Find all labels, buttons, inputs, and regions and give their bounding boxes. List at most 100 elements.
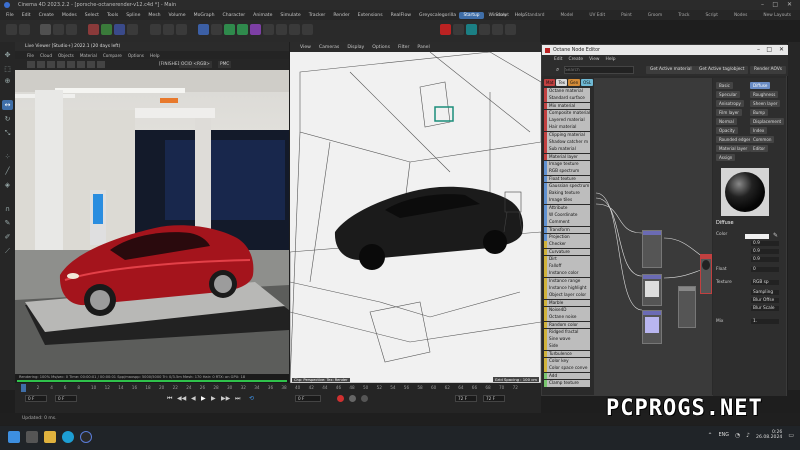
menu-item-mograph[interactable]: MoGraph — [194, 13, 215, 18]
field-icon[interactable] — [263, 24, 274, 35]
record-icon[interactable] — [337, 395, 344, 402]
node-graph-canvas[interactable] — [594, 78, 712, 396]
node-list-item[interactable]: Comment — [544, 219, 590, 227]
color-swatch[interactable] — [745, 234, 769, 239]
minimize-icon[interactable]: – — [761, 1, 764, 8]
floor-icon[interactable] — [276, 24, 287, 35]
prev-key-icon[interactable]: ◀◀ — [177, 395, 186, 402]
menu-item-edit[interactable]: Edit — [22, 13, 31, 18]
cube-icon[interactable] — [198, 24, 209, 35]
prop-value[interactable]: Blur Offse — [751, 298, 779, 303]
region-icon[interactable] — [77, 61, 85, 68]
current-frame-field[interactable]: 0 F — [295, 395, 321, 402]
node-list-item[interactable]: Gaussian spectrum — [544, 182, 590, 190]
get-active-material-button[interactable]: Get Active material — [646, 66, 696, 74]
node-list-item[interactable]: Object layer color — [544, 292, 590, 300]
layout-tab-track[interactable]: Track — [673, 12, 694, 19]
viewport-menu-filter[interactable]: Filter — [398, 45, 409, 50]
tray-chevron-icon[interactable]: ⌃ — [708, 432, 713, 439]
magnet-icon[interactable]: ∩ — [2, 204, 13, 214]
keyframe-icon[interactable] — [361, 395, 368, 402]
node-list-item[interactable]: Random color — [544, 321, 590, 329]
menu-item-animate[interactable]: Animate — [253, 13, 272, 18]
stop-render-icon[interactable] — [57, 61, 65, 68]
playhead[interactable] — [21, 384, 26, 392]
property-tab-index[interactable]: Index — [750, 127, 768, 134]
property-tab-film-layer[interactable]: Film layer — [716, 109, 742, 116]
category-tab-3[interactable]: OSL — [581, 78, 594, 86]
preview-start-field[interactable]: 0 F — [55, 395, 77, 402]
kernel-select[interactable]: PMC — [218, 61, 232, 68]
loop-icon[interactable]: ⟲ — [249, 395, 254, 402]
menu-item-file[interactable]: File — [6, 13, 14, 18]
cinema4d-app-icon[interactable] — [80, 431, 92, 443]
edges-mode-icon[interactable]: ╱ — [2, 166, 13, 176]
node-list-item[interactable]: Clamp texture — [544, 379, 590, 387]
node-list-item[interactable]: Attribute — [544, 204, 590, 212]
pick-focus-icon[interactable] — [97, 61, 105, 68]
node-list-item[interactable]: Projection — [544, 233, 590, 241]
node-list-item[interactable]: RGB spectrum — [544, 168, 590, 176]
menu-item-select[interactable]: Select — [85, 13, 99, 18]
viewport-menu-panel[interactable]: Panel — [417, 45, 429, 50]
prop-value[interactable]: 0.9 — [751, 241, 779, 246]
texture-mode-icon[interactable] — [53, 24, 64, 35]
category-tab-2[interactable]: Gen — [568, 78, 581, 86]
category-tab-0[interactable]: Mat — [544, 78, 556, 86]
close-icon[interactable]: ✕ — [787, 1, 792, 8]
property-tab-normal[interactable]: Normal — [716, 118, 737, 125]
menu-item-extensions[interactable]: Extensions — [358, 13, 383, 18]
x-axis-icon[interactable] — [88, 24, 99, 35]
menu-item-tracker[interactable]: Tracker — [309, 13, 326, 18]
axis-icon[interactable] — [66, 24, 77, 35]
goto-end-icon[interactable]: ⏭ — [235, 395, 240, 403]
layout-tab-sculpt[interactable]: Sculpt — [490, 12, 513, 19]
z-axis-icon[interactable] — [114, 24, 125, 35]
maximize-icon[interactable]: □ — [772, 1, 778, 8]
render-picture-icon[interactable] — [163, 24, 174, 35]
node-list-item[interactable]: Side — [544, 343, 590, 351]
property-tab-editor[interactable]: Editor — [750, 145, 769, 152]
node-list-item[interactable]: Material layer — [544, 153, 590, 161]
node-list-item[interactable]: Instance range — [544, 277, 590, 285]
live-viewer-menu-objects[interactable]: Objects — [58, 53, 74, 58]
node-list-item[interactable]: Falloff — [544, 263, 590, 270]
property-tab-specular[interactable]: Specular — [716, 91, 740, 98]
property-tab-assign[interactable]: Assign — [716, 154, 736, 161]
node-list-item[interactable]: Layered material — [544, 117, 590, 124]
graph-node-mix[interactable] — [678, 286, 696, 328]
start-frame-field[interactable]: 0 F — [25, 395, 47, 402]
edge-browser-icon[interactable] — [62, 431, 74, 443]
menu-item-mesh[interactable]: Mesh — [148, 13, 160, 18]
menu-item-character[interactable]: Character — [222, 13, 245, 18]
node-list-item[interactable]: Turbulence — [544, 350, 590, 358]
node-list-item[interactable]: Curvature — [544, 248, 590, 256]
volume-icon[interactable]: ♪ — [746, 432, 750, 439]
pen-icon[interactable] — [211, 24, 222, 35]
lock-resolution-icon[interactable] — [67, 61, 75, 68]
node-list-item[interactable]: Float texture — [544, 175, 590, 183]
node-list-item[interactable]: Ridged fractal — [544, 328, 590, 336]
property-tab-basic[interactable]: Basic — [716, 82, 733, 89]
uniform-scale-icon[interactable]: ⤡ — [2, 128, 13, 138]
prop-value[interactable]: 1. — [751, 319, 779, 324]
next-key-icon[interactable]: ▶▶ — [221, 395, 230, 402]
node-editor-close-icon[interactable]: ✕ — [779, 46, 784, 53]
node-list-item[interactable]: Clipping material — [544, 131, 590, 139]
layout-tab-uv-edit[interactable]: UV Edit — [584, 12, 610, 19]
menu-item-realflow[interactable]: RealFlow — [391, 13, 411, 18]
property-tab-common[interactable]: Common — [750, 136, 775, 143]
octane-settings-icon[interactable] — [453, 24, 464, 35]
preview-end-field[interactable]: 72 F — [483, 395, 505, 402]
notification-icon[interactable]: ▭ — [788, 432, 794, 439]
live-viewer-menu-help[interactable]: Help — [150, 53, 160, 58]
snap-icon[interactable]: ✎ — [2, 218, 13, 228]
node-list-item[interactable]: Baking texture — [544, 190, 590, 197]
node-list-item[interactable]: Composite material — [544, 109, 590, 117]
scale-tool-icon[interactable]: ↔ — [2, 100, 13, 110]
prev-frame-icon[interactable]: ◀ — [191, 395, 196, 402]
light-icon[interactable] — [302, 24, 313, 35]
node-list-item[interactable]: Marble — [544, 299, 590, 307]
color-space-select[interactable]: OCIO <RGB> — [179, 61, 212, 68]
node-search-input[interactable] — [564, 66, 634, 74]
